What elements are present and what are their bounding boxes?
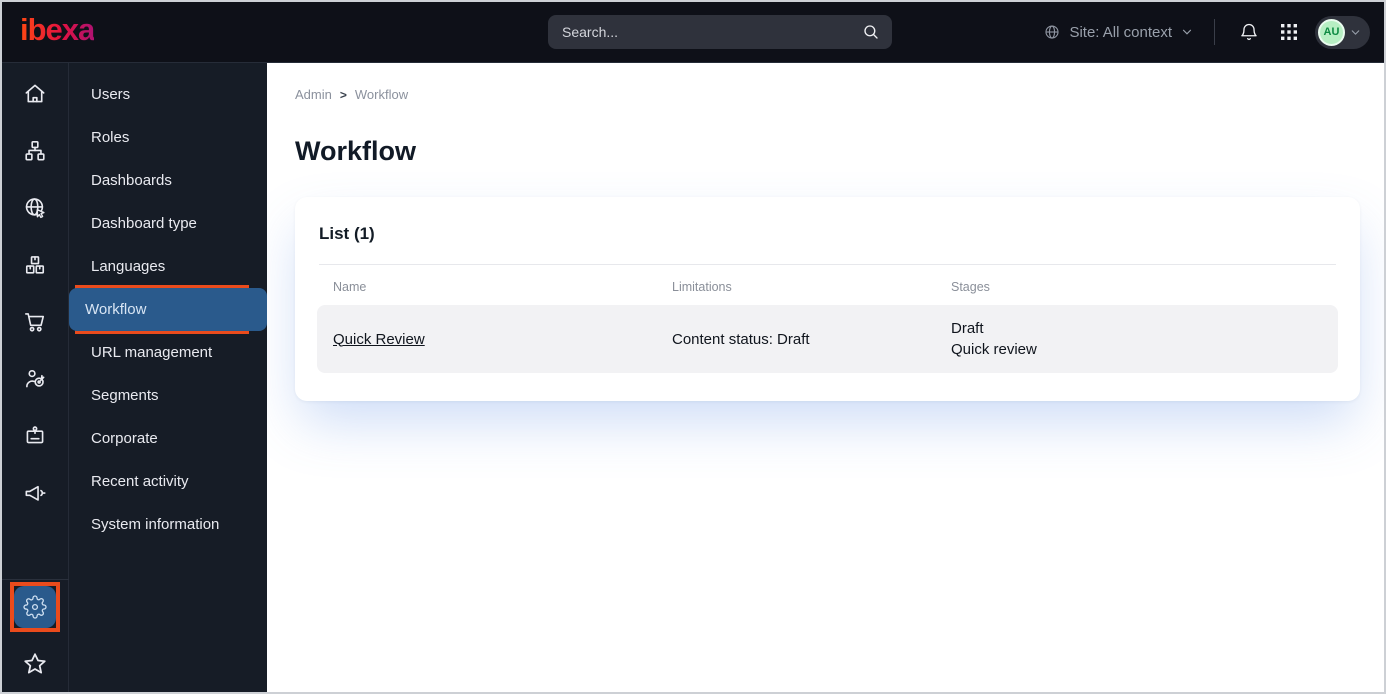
rail-separator (2, 579, 69, 580)
workflow-limitations-cell: Content status: Draft (672, 330, 810, 348)
breadcrumb: Admin > Workflow (295, 87, 1360, 102)
table-row: Quick Review Content status: Draft Draft… (317, 305, 1338, 373)
search-icon[interactable] (862, 23, 880, 41)
user-menu[interactable]: AU (1315, 15, 1370, 49)
table-header-row: Name Limitations Stages (317, 265, 1338, 305)
annotation-highlight-box (10, 582, 60, 632)
avatar: AU (1318, 18, 1345, 46)
home-icon[interactable] (18, 82, 52, 106)
breadcrumb-workflow: Workflow (354, 87, 409, 102)
corporate-badge-icon[interactable] (18, 424, 52, 448)
menu-item-workflow-slot: Workflow (69, 285, 267, 334)
content-tree-icon[interactable] (18, 139, 52, 163)
breadcrumb-separator: > (339, 87, 347, 102)
app-switcher-grid-icon[interactable] (1275, 18, 1303, 46)
menu-item-corporate[interactable]: Corporate (69, 417, 267, 460)
workflow-list-card: List (1) Name Limitations Stages Quick R… (295, 197, 1360, 401)
admin-menu: Users Roles Dashboards Dashboard type La… (69, 63, 267, 692)
app-window: ibexa Site: All context (0, 0, 1386, 694)
personalization-target-icon[interactable] (18, 367, 52, 391)
menu-item-workflow[interactable]: Workflow (69, 288, 267, 331)
chevron-down-icon (1351, 29, 1360, 35)
menu-item-dashboards[interactable]: Dashboards (69, 159, 267, 202)
site-globe-cursor-icon[interactable] (18, 196, 52, 220)
column-header-stages: Stages (951, 280, 990, 294)
site-context-selector[interactable]: Site: All context (1043, 23, 1194, 41)
list-card-title: List (1) (319, 224, 375, 243)
marketing-megaphone-icon[interactable] (18, 481, 52, 505)
stage-quick-review: Quick review (951, 341, 1037, 358)
main-content: Admin > Workflow Workflow List (1) Name … (267, 63, 1384, 692)
favorites-star-icon[interactable] (20, 650, 50, 678)
menu-item-segments[interactable]: Segments (69, 374, 267, 417)
menu-item-users[interactable]: Users (69, 73, 267, 116)
products-boxes-icon[interactable] (18, 253, 52, 277)
ibexa-logo: ibexa (20, 12, 95, 47)
search-input[interactable] (562, 24, 862, 40)
stage-draft: Draft (951, 320, 984, 337)
page-title: Workflow (295, 136, 416, 166)
topbar-divider (1214, 19, 1215, 45)
commerce-cart-icon[interactable] (18, 310, 52, 334)
site-context-label: Site: All context (1069, 23, 1172, 41)
column-header-name: Name (333, 280, 367, 294)
menu-item-roles[interactable]: Roles (69, 116, 267, 159)
chevron-down-icon (1182, 29, 1192, 35)
workflow-table: Name Limitations Stages Quick Review Con… (295, 265, 1360, 373)
menu-item-url-management[interactable]: URL management (69, 331, 267, 374)
topbar-right-controls: Site: All context AU (1043, 2, 1370, 62)
topbar: ibexa Site: All context (2, 2, 1384, 62)
menu-item-system-information[interactable]: System information (69, 503, 267, 546)
workflow-stages-cell: Draft Quick review (951, 318, 1322, 360)
settings-gear-icon[interactable] (14, 586, 56, 628)
menu-item-recent-activity[interactable]: Recent activity (69, 460, 267, 503)
menu-item-languages[interactable]: Languages (69, 245, 267, 288)
notifications-bell-icon[interactable] (1235, 18, 1263, 46)
menu-item-dashboard-type[interactable]: Dashboard type (69, 202, 267, 245)
workflow-name-cell: Quick Review (333, 331, 672, 348)
column-header-limitations: Limitations (672, 280, 732, 294)
globe-icon (1043, 23, 1061, 41)
workflow-link-quick-review[interactable]: Quick Review (333, 331, 425, 348)
icon-rail-sidebar (2, 63, 69, 692)
global-search[interactable] (548, 15, 892, 49)
breadcrumb-admin[interactable]: Admin (295, 87, 332, 102)
